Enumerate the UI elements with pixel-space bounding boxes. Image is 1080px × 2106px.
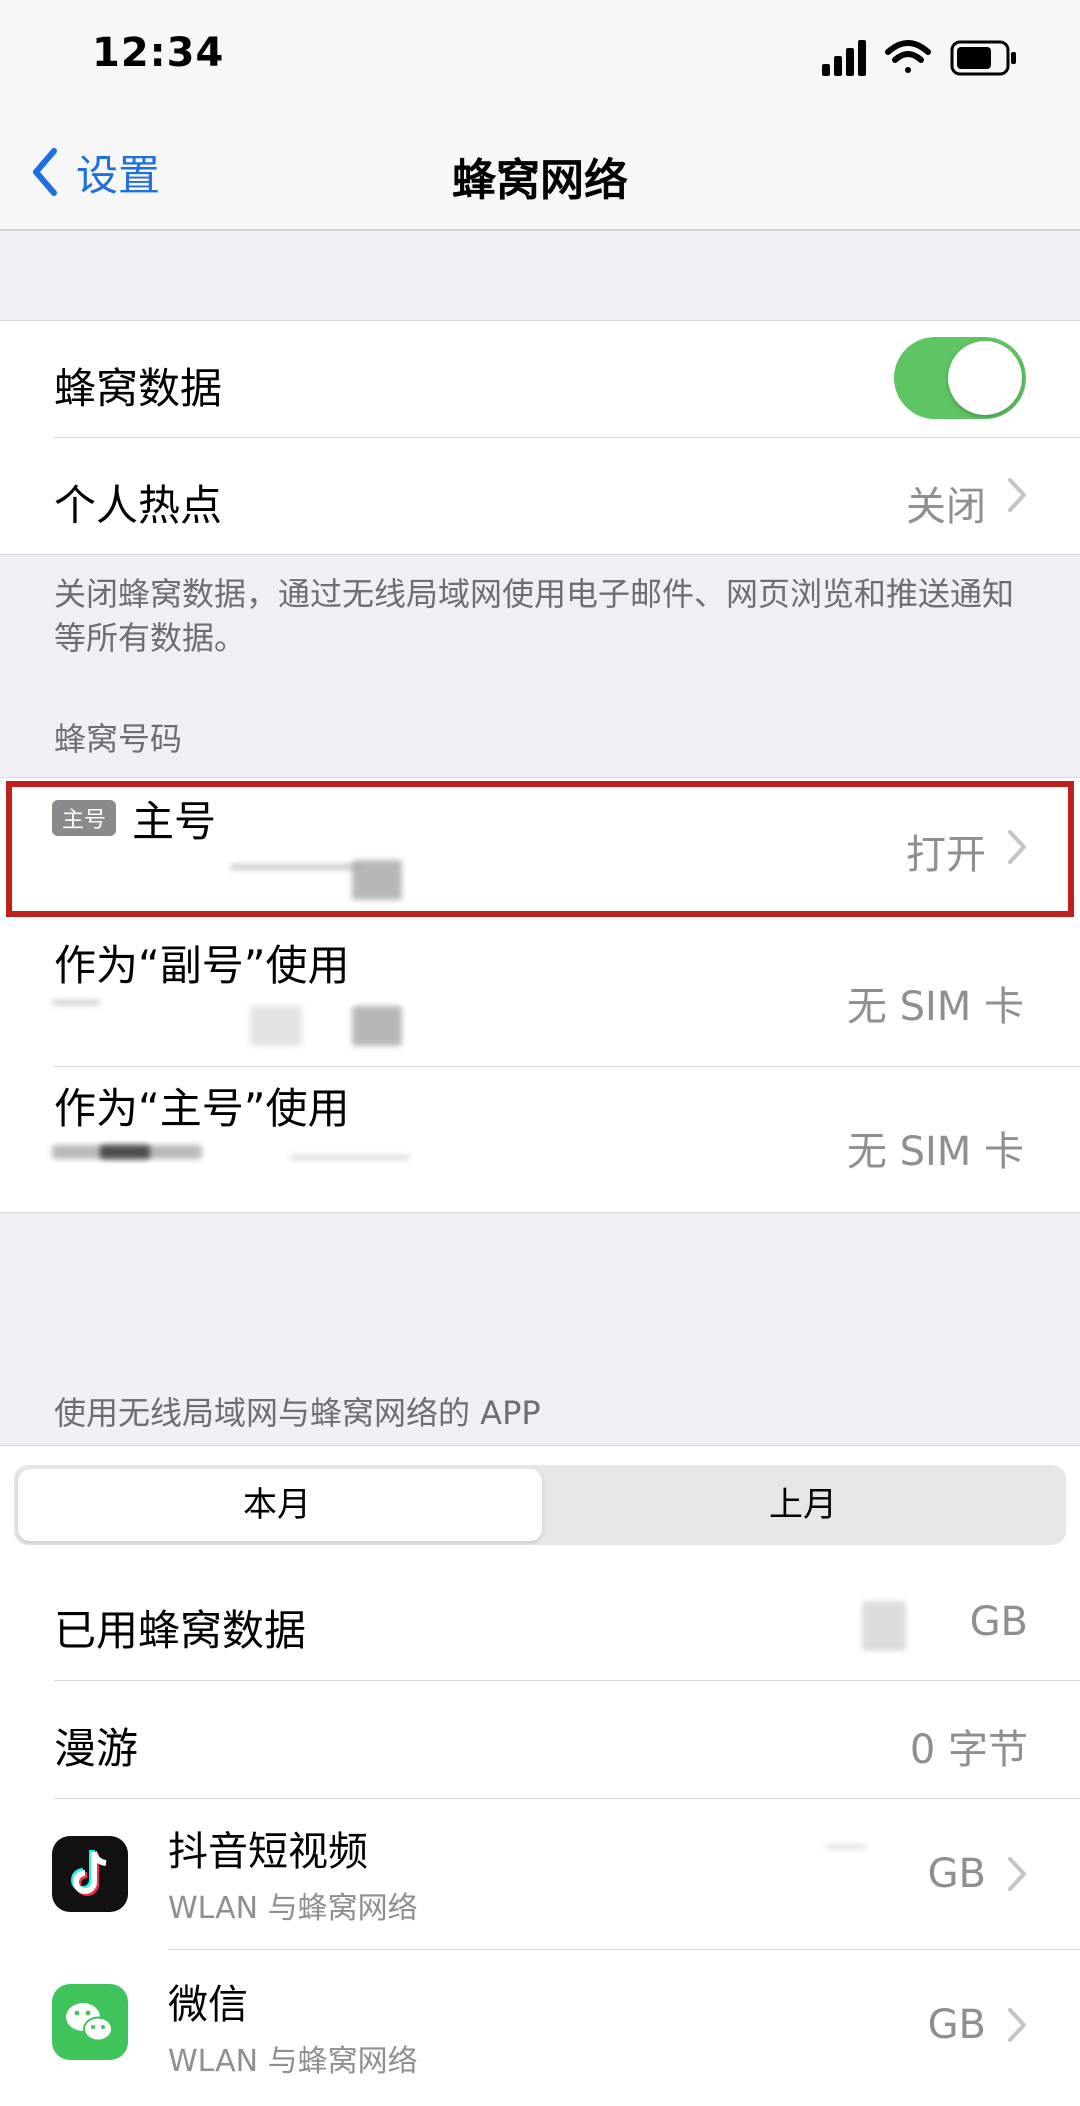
redacted-number	[290, 1155, 410, 1160]
as-primary-label: 作为“主号”使用	[54, 1084, 350, 1133]
redacted-value	[826, 1845, 866, 1849]
cellular-data-row: 蜂窝数据	[0, 321, 1080, 437]
chevron-right-icon	[1008, 1857, 1026, 1891]
roaming-row: 漫游 0 字节	[0, 1681, 1080, 1798]
as-primary-row[interactable]: 作为“主号”使用 无 SIM 卡	[0, 1067, 1080, 1212]
used-data-row: 已用蜂窝数据 GB	[0, 1563, 1080, 1680]
highlight-box	[6, 781, 1074, 917]
as-secondary-row[interactable]: 作为“副号”使用 无 SIM 卡	[0, 924, 1080, 1066]
app-subtitle: WLAN 与蜂窝网络	[168, 1891, 418, 1926]
status-time: 12:34	[92, 30, 225, 76]
cellular-footnote: 关闭蜂窝数据，通过无线局域网使用电子邮件、网页浏览和推送通知等所有数据。	[54, 575, 1015, 657]
redacted-number	[100, 1145, 150, 1159]
as-primary-value: 无 SIM 卡	[846, 1129, 1024, 1175]
app-row[interactable]: 微信 WLAN 与蜂窝网络 GB	[0, 1950, 1080, 2097]
redacted-number	[352, 1006, 402, 1046]
roaming-value: 0 字节	[909, 1727, 1028, 1773]
cellular-data-toggle[interactable]	[894, 337, 1026, 419]
redacted-number	[250, 1006, 302, 1046]
tiktok-icon	[52, 1836, 128, 1912]
signal-icon	[822, 40, 866, 76]
used-data-label: 已用蜂窝数据	[54, 1606, 307, 1655]
numbers-section-header: 蜂窝号码	[54, 720, 183, 758]
used-data-value: GB	[969, 1599, 1028, 1645]
battery-icon	[950, 40, 1016, 76]
segment-this-month[interactable]: 本月	[14, 1465, 540, 1545]
apps-section-header: 使用无线局域网与蜂窝网络的 APP	[54, 1394, 541, 1432]
period-segmented-control: 本月 上月	[14, 1465, 1066, 1545]
hotspot-label: 个人热点	[54, 481, 223, 530]
app-usage-value: GB	[927, 1851, 986, 1897]
as-secondary-label: 作为“副号”使用	[54, 941, 350, 990]
hotspot-row[interactable]: 个人热点 关闭	[0, 438, 1080, 554]
app-usage-value: GB	[927, 2002, 986, 2048]
segment-last-month[interactable]: 上月	[540, 1465, 1066, 1545]
status-icons	[822, 40, 1016, 76]
redacted-number	[52, 1000, 100, 1005]
cellular-settings-group: 蜂窝数据 个人热点 关闭	[0, 320, 1080, 555]
app-name: 微信	[168, 1982, 248, 2028]
wifi-icon	[885, 40, 931, 73]
wechat-icon	[52, 1984, 128, 2060]
roaming-label: 漫游	[54, 1724, 139, 1773]
chevron-right-icon	[1008, 2008, 1026, 2042]
redacted-value	[862, 1601, 906, 1651]
chevron-right-icon	[1008, 478, 1026, 512]
toggle-knob	[948, 341, 1022, 415]
app-name: 抖音短视频	[168, 1829, 368, 1875]
cellular-data-label: 蜂窝数据	[54, 364, 223, 413]
hotspot-value: 关闭	[906, 484, 986, 530]
app-subtitle: WLAN 与蜂窝网络	[168, 2044, 418, 2079]
as-secondary-value: 无 SIM 卡	[846, 984, 1024, 1030]
page-title: 蜂窝网络	[452, 155, 628, 206]
app-row[interactable]: 抖音短视频 WLAN 与蜂窝网络 GB	[0, 1799, 1080, 1949]
